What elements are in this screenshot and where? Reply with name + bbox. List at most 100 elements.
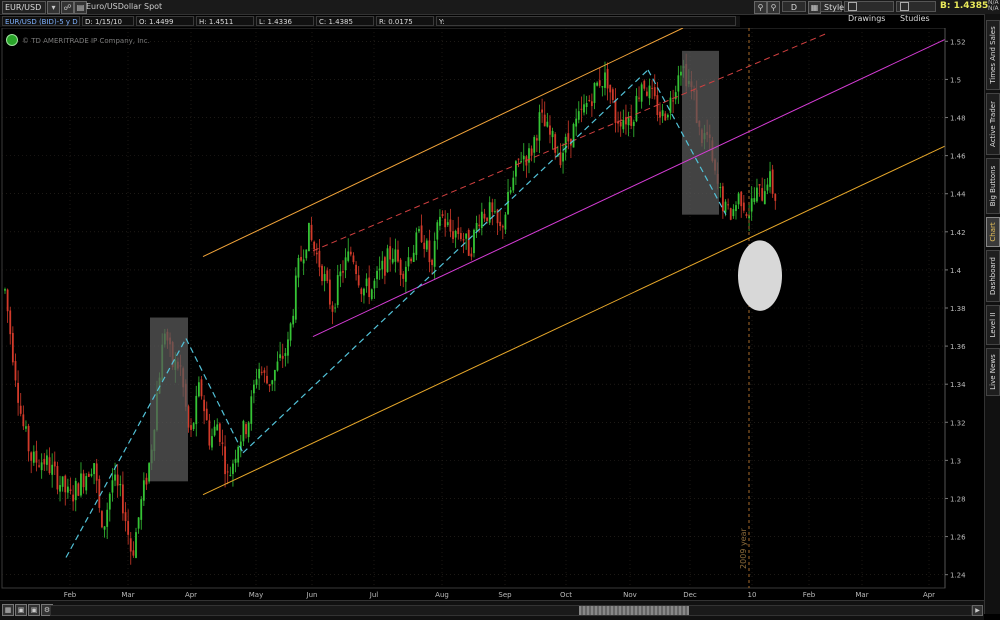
candle-body [242, 420, 245, 442]
candle-body [535, 138, 538, 141]
candle-body [745, 214, 748, 216]
symbol-description: Euro/USDollar Spot [86, 2, 163, 11]
candle-body [533, 137, 536, 153]
candle-body [653, 87, 656, 97]
candle-body [108, 493, 111, 510]
period-button[interactable]: D [782, 1, 806, 12]
sidebar-tab-dashboard[interactable]: Dashboard [986, 250, 1000, 302]
candle-body [40, 462, 43, 471]
candle-body [328, 279, 331, 305]
candle-body [389, 246, 392, 260]
info-high: H: 1.4511 [196, 16, 254, 26]
price-chart[interactable]: 2009 year 1.24 1.26 1.28 1.3 1.32 1.34 1.36 1.3… [0, 28, 984, 600]
candle-body [297, 257, 300, 278]
collapse-icon[interactable]: ▣ [28, 604, 40, 616]
candle-body [22, 414, 25, 427]
time-tick-label: Feb [803, 591, 816, 599]
candle-body [344, 257, 347, 271]
candle-body [554, 134, 557, 153]
na-indicator: N/A N/A [988, 0, 999, 12]
candles [4, 53, 777, 565]
candle-body [281, 355, 284, 359]
candle-body [454, 230, 457, 238]
candle-body [72, 494, 75, 502]
candle-body [208, 420, 211, 446]
candle-body [433, 240, 436, 267]
candle-body [318, 250, 321, 268]
candle-body [363, 288, 365, 296]
symbol-lookup-icon[interactable]: ▾ [47, 1, 60, 14]
candle-body [66, 486, 69, 493]
sidebar-tab-chart[interactable]: Chart [986, 217, 1000, 247]
price-tick-label: 1.44 [950, 191, 966, 199]
sidebar-tab-big-buttons[interactable]: Big Buttons [986, 158, 1000, 214]
candle-body [53, 461, 56, 467]
drawings-button[interactable]: Drawings [844, 1, 894, 23]
candle-body [543, 114, 546, 127]
candle-body [74, 480, 77, 501]
sidebar-tab-level-ii[interactable]: Level II [986, 305, 1000, 345]
candle-body [129, 538, 132, 552]
time-scrollbar[interactable] [50, 605, 972, 616]
candle-body [402, 273, 405, 279]
candle-body [499, 221, 502, 227]
zoom-in-icon[interactable]: ⚲ [754, 1, 767, 14]
time-tick-label: Oct [560, 591, 572, 599]
info-low: L: 1.4336 [256, 16, 314, 26]
link-icon[interactable]: ☍ [61, 1, 74, 14]
candle-body [229, 474, 232, 476]
candle-body [674, 92, 677, 100]
candle-body [260, 371, 263, 373]
expand-icon[interactable]: ▣ [15, 604, 27, 616]
candle-body [339, 271, 342, 277]
candle-body [577, 111, 580, 120]
study-toggle[interactable] [6, 34, 18, 46]
zoom-out-icon[interactable]: ⚲ [767, 1, 780, 14]
candle-body [763, 191, 766, 205]
candle-body [501, 225, 504, 228]
candle-body [515, 161, 517, 177]
candle-body [549, 125, 551, 135]
info-date: D: 1/15/10 [82, 16, 134, 26]
candle-body [331, 305, 334, 312]
scroll-right-arrow-icon[interactable]: ▶ [972, 605, 983, 616]
copyright-text: © TD AMERITRADE IP Company, Inc. [22, 37, 150, 45]
candle-body [124, 512, 127, 522]
candle-body [360, 288, 363, 295]
sidebar-tab-times-and-sales[interactable]: Times And Sales [986, 20, 1000, 90]
time-tick-label: Mar [855, 591, 868, 599]
candle-body [732, 209, 735, 217]
candle-body [486, 217, 488, 221]
candle-body [310, 224, 313, 240]
candle-body [378, 268, 381, 271]
time-tick-label: Sep [498, 591, 512, 599]
price-tick-label: 1.38 [950, 305, 966, 313]
time-tick-label: May [249, 591, 263, 599]
candle-body [93, 463, 95, 475]
candle-body [355, 264, 357, 275]
candle-body [137, 517, 140, 529]
candle-body [148, 463, 150, 482]
grid-layout-icon[interactable]: ▦ [2, 604, 14, 616]
info-symbol-period[interactable]: EUR/USD (BID)-5 y D [2, 16, 80, 26]
candle-body [203, 399, 206, 412]
time-tick-label: 10 [748, 591, 757, 599]
sidebar-tab-live-news[interactable]: Live News [986, 348, 1000, 396]
highlight-box [682, 50, 719, 215]
scrollbar-thumb[interactable] [579, 606, 689, 615]
studies-button[interactable]: Studies [896, 1, 936, 23]
symbol-input[interactable]: EUR/USD [2, 1, 46, 14]
sidebar-tab-active-trader[interactable]: Active Trader [986, 93, 1000, 155]
study-toggle-icon[interactable] [6, 34, 18, 46]
candle-body [46, 455, 48, 465]
candle-body [436, 222, 439, 240]
candle-body [538, 112, 541, 141]
candle-body [661, 110, 664, 117]
candle-body [750, 198, 753, 212]
candle-body [213, 426, 216, 436]
candle-body [258, 368, 261, 379]
info-range: R: 0.0175 [376, 16, 434, 26]
candle-body [349, 251, 352, 255]
style-button[interactable]: Style [820, 1, 844, 12]
candle-body [221, 442, 224, 444]
